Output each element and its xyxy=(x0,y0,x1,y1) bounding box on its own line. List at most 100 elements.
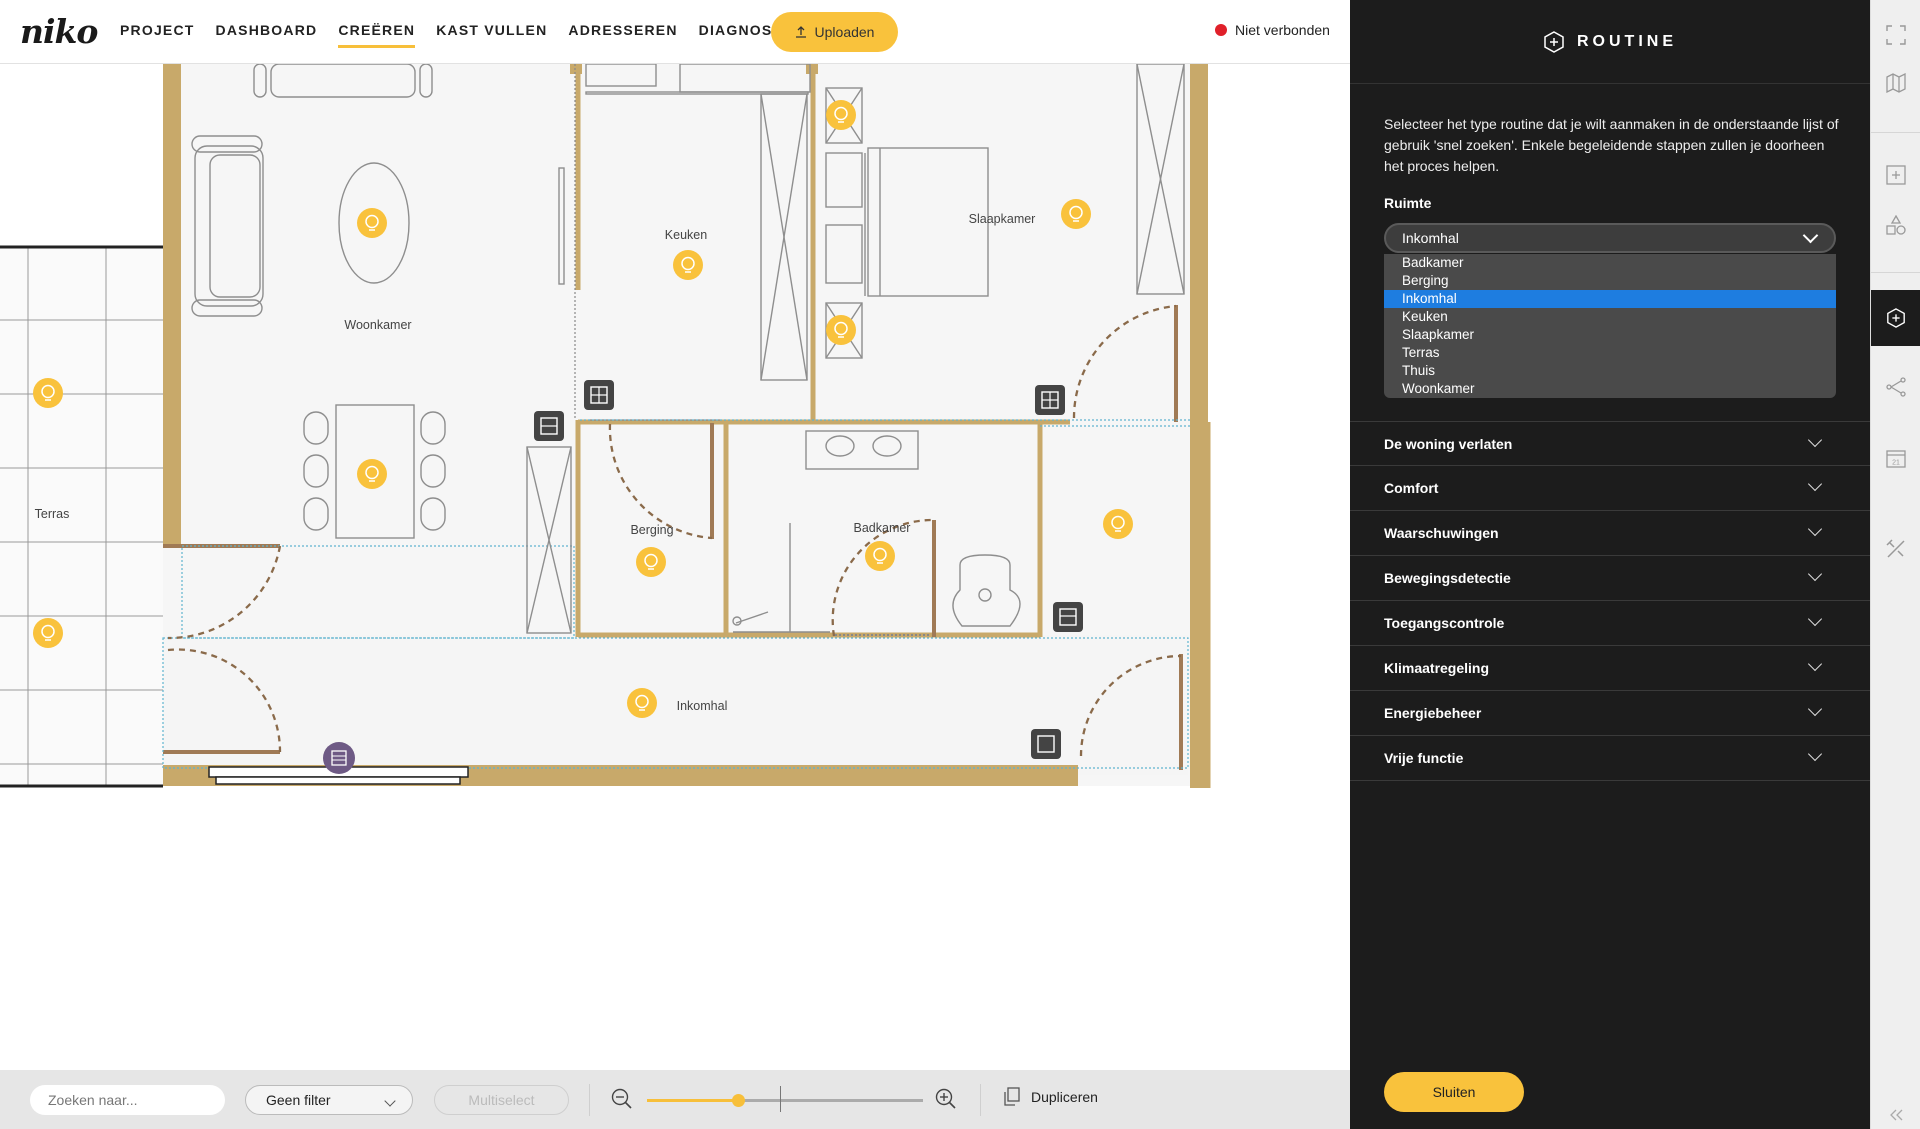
light-icon[interactable] xyxy=(32,617,64,649)
category-comfort[interactable]: Comfort xyxy=(1350,466,1870,511)
category-waarschuwingen[interactable]: Waarschuwingen xyxy=(1350,511,1870,556)
chevron-down-icon xyxy=(1807,566,1823,582)
chevron-down-icon xyxy=(1807,521,1823,537)
zoom-slider-handle[interactable] xyxy=(732,1094,746,1107)
light-icon[interactable] xyxy=(825,314,857,346)
floorplan-drawing[interactable]: Woonkamer Keuken Slaapkamer Terras Bergi… xyxy=(0,64,1350,1070)
niko-logo[interactable]: niko xyxy=(20,12,98,51)
duplicate-button[interactable]: Dupliceren xyxy=(1003,1087,1098,1107)
nav-kast-vullen[interactable]: KAST VULLEN xyxy=(436,0,547,64)
panel-title: ROUTINE xyxy=(1577,32,1677,50)
zoom-out-icon[interactable] xyxy=(611,1088,633,1110)
room-option-berging[interactable]: Berging xyxy=(1384,272,1836,290)
room-label-badkamer[interactable]: Badkamer xyxy=(854,521,911,535)
app-root: niko PROJECT DASHBOARD CREËREN KAST VULL… xyxy=(0,0,1920,1129)
room-option-badkamer[interactable]: Badkamer xyxy=(1384,254,1836,272)
switch-device-icon[interactable] xyxy=(1053,602,1083,632)
duplicate-icon xyxy=(1004,1087,1020,1106)
room-option-inkomhal[interactable]: Inkomhal xyxy=(1384,290,1836,308)
chevron-down-icon xyxy=(1807,656,1823,672)
tool-rail: 21 xyxy=(1870,0,1920,1129)
terrace-area xyxy=(0,245,163,788)
add-icon[interactable] xyxy=(1871,150,1920,200)
status-dot-icon xyxy=(1215,24,1227,36)
chevron-down-icon xyxy=(1802,227,1819,244)
room-label-keuken[interactable]: Keuken xyxy=(665,228,707,242)
room-label-woonkamer[interactable]: Woonkamer xyxy=(344,318,411,332)
light-icon[interactable] xyxy=(356,207,388,239)
room-dropdown-list: Badkamer Berging Inkomhal Keuken Slaapka… xyxy=(1384,254,1836,398)
rail-divider xyxy=(1871,272,1920,273)
controller-device-icon[interactable] xyxy=(323,742,355,774)
top-navigation: niko PROJECT DASHBOARD CREËREN KAST VULL… xyxy=(0,0,1350,64)
light-icon[interactable] xyxy=(32,377,64,409)
light-icon[interactable] xyxy=(1102,508,1134,540)
room-label-terras[interactable]: Terras xyxy=(35,507,70,521)
light-icon[interactable] xyxy=(626,687,658,719)
light-icon[interactable] xyxy=(864,540,896,572)
room-label-berging[interactable]: Berging xyxy=(630,523,673,537)
connection-icon[interactable] xyxy=(1871,362,1920,412)
switch-device-icon[interactable] xyxy=(1031,729,1061,759)
multiselect-button[interactable]: Multiselect xyxy=(434,1085,569,1115)
chevron-down-icon xyxy=(1807,432,1823,448)
room-option-woonkamer[interactable]: Woonkamer xyxy=(1384,380,1836,398)
multiselect-label: Multiselect xyxy=(468,1092,535,1108)
shapes-icon[interactable] xyxy=(1871,200,1920,250)
room-select[interactable]: Inkomhal xyxy=(1384,223,1836,253)
category-label: Waarschuwingen xyxy=(1384,525,1499,541)
calendar-icon[interactable]: 21 xyxy=(1871,433,1920,483)
room-label-inkomhal[interactable]: Inkomhal xyxy=(677,699,728,713)
duplicate-label: Dupliceren xyxy=(1031,1089,1098,1105)
nav-project[interactable]: PROJECT xyxy=(120,0,195,64)
search-input[interactable]: Zoeken naar... xyxy=(30,1085,225,1115)
panel-description: Selecteer het type routine dat je wilt a… xyxy=(1384,116,1839,174)
rail-divider xyxy=(1871,132,1920,133)
category-vrije-functie[interactable]: Vrije functie xyxy=(1350,736,1870,781)
expand-icon[interactable] xyxy=(1871,10,1920,60)
room-option-terras[interactable]: Terras xyxy=(1384,344,1836,362)
light-icon[interactable] xyxy=(672,249,704,281)
category-klimaatregeling[interactable]: Klimaatregeling xyxy=(1350,646,1870,691)
room-label-slaapkamer[interactable]: Slaapkamer xyxy=(969,212,1036,226)
light-icon[interactable] xyxy=(1060,198,1092,230)
switch-device-icon[interactable] xyxy=(584,380,614,410)
room-option-thuis[interactable]: Thuis xyxy=(1384,362,1836,380)
light-icon[interactable] xyxy=(825,99,857,131)
category-label: Comfort xyxy=(1384,480,1439,496)
category-bewegingsdetectie[interactable]: Bewegingsdetectie xyxy=(1350,556,1870,601)
switch-device-icon[interactable] xyxy=(1035,385,1065,415)
map-icon[interactable] xyxy=(1871,58,1920,108)
filter-select-value: Geen filter xyxy=(266,1092,331,1108)
toolbar-divider xyxy=(589,1084,590,1116)
category-toegangscontrole[interactable]: Toegangscontrole xyxy=(1350,601,1870,646)
upload-icon xyxy=(795,26,806,38)
light-icon[interactable] xyxy=(356,458,388,490)
nav-creeren[interactable]: CREËREN xyxy=(338,0,416,64)
connection-status: Niet verbonden xyxy=(1215,22,1330,38)
filter-select[interactable]: Geen filter xyxy=(245,1085,413,1115)
collapse-icon[interactable] xyxy=(1871,1090,1920,1129)
category-label: De woning verlaten xyxy=(1384,436,1513,452)
main-nav: PROJECT DASHBOARD CREËREN KAST VULLEN AD… xyxy=(120,0,818,64)
category-de-woning-verlaten[interactable]: De woning verlaten xyxy=(1350,421,1870,466)
chevron-down-icon xyxy=(1807,476,1823,492)
close-button[interactable]: Sluiten xyxy=(1384,1072,1524,1112)
room-option-slaapkamer[interactable]: Slaapkamer xyxy=(1384,326,1836,344)
floorplan-canvas[interactable]: Woonkamer Keuken Slaapkamer Terras Bergi… xyxy=(0,64,1350,1070)
room-option-keuken[interactable]: Keuken xyxy=(1384,308,1836,326)
room-select-label: Ruimte xyxy=(1384,195,1432,211)
category-energiebeheer[interactable]: Energiebeheer xyxy=(1350,691,1870,736)
routine-icon[interactable] xyxy=(1871,290,1920,346)
zoom-slider[interactable] xyxy=(647,1094,923,1107)
routine-panel: ROUTINE Selecteer het type routine dat j… xyxy=(1350,0,1870,1129)
upload-button[interactable]: Uploaden xyxy=(771,12,898,52)
light-icon[interactable] xyxy=(635,546,667,578)
svg-text:21: 21 xyxy=(1892,460,1900,467)
tools-icon[interactable] xyxy=(1871,524,1920,574)
zoom-in-icon[interactable] xyxy=(935,1088,957,1110)
switch-device-icon[interactable] xyxy=(534,411,564,441)
nav-dashboard[interactable]: DASHBOARD xyxy=(216,0,318,64)
routine-hex-icon xyxy=(1544,30,1564,53)
nav-adresseren[interactable]: ADRESSEREN xyxy=(568,0,677,64)
